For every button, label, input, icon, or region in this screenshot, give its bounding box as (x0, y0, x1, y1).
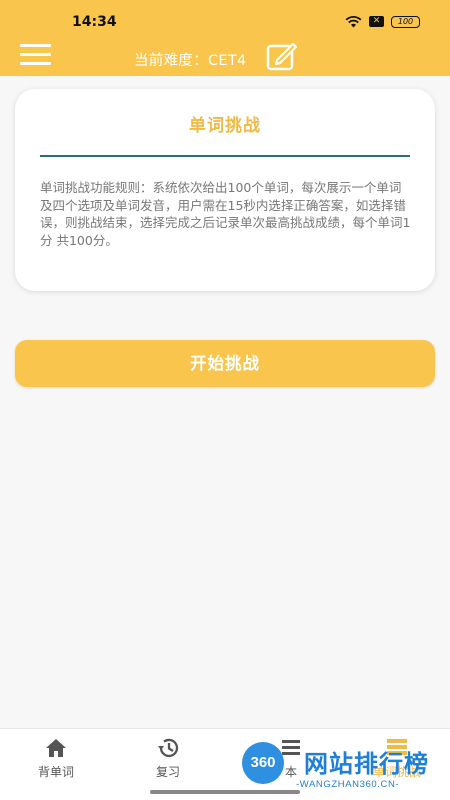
tab-label: 背单词 (37, 765, 74, 779)
title-divider (40, 155, 410, 157)
rules-text: 单词挑战功能规则：系统依次给出100个单词，每次展示一个单词及四个选项及单词发音… (40, 180, 411, 248)
tab-label: 复习 (155, 765, 180, 779)
watermark-title: 网站排行榜 (304, 750, 429, 778)
status-time: 14:34 (72, 14, 117, 30)
difficulty-label: 当前难度：CET4 (134, 53, 247, 69)
tab-review[interactable]: 复习 (123, 737, 213, 780)
home-indicator (150, 790, 300, 794)
x-box-icon: ✕ (369, 16, 384, 27)
start-challenge-button[interactable]: 开始挑战 (15, 340, 435, 387)
challenge-card: 单词挑战 单词挑战功能规则：系统依次给出100个单词，每次展示一个单词及四个选项… (15, 89, 435, 291)
status-icons: ✕ 100 (345, 15, 420, 28)
tab-memorize[interactable]: 背单词 (11, 737, 101, 780)
top-header: 14:34 ✕ 100 当前难度：CET4 (0, 0, 450, 76)
edit-square-icon[interactable] (266, 42, 298, 72)
watermark-badge: 360 (242, 742, 284, 784)
hamburger-menu-icon[interactable] (20, 44, 51, 66)
wifi-icon (345, 16, 362, 28)
watermark-subtitle: -WANGZHAN360.CN- (296, 779, 400, 790)
battery-icon: 100 (391, 15, 420, 28)
history-icon (158, 738, 179, 758)
home-icon (46, 739, 66, 757)
card-title: 单词挑战 (189, 116, 261, 136)
